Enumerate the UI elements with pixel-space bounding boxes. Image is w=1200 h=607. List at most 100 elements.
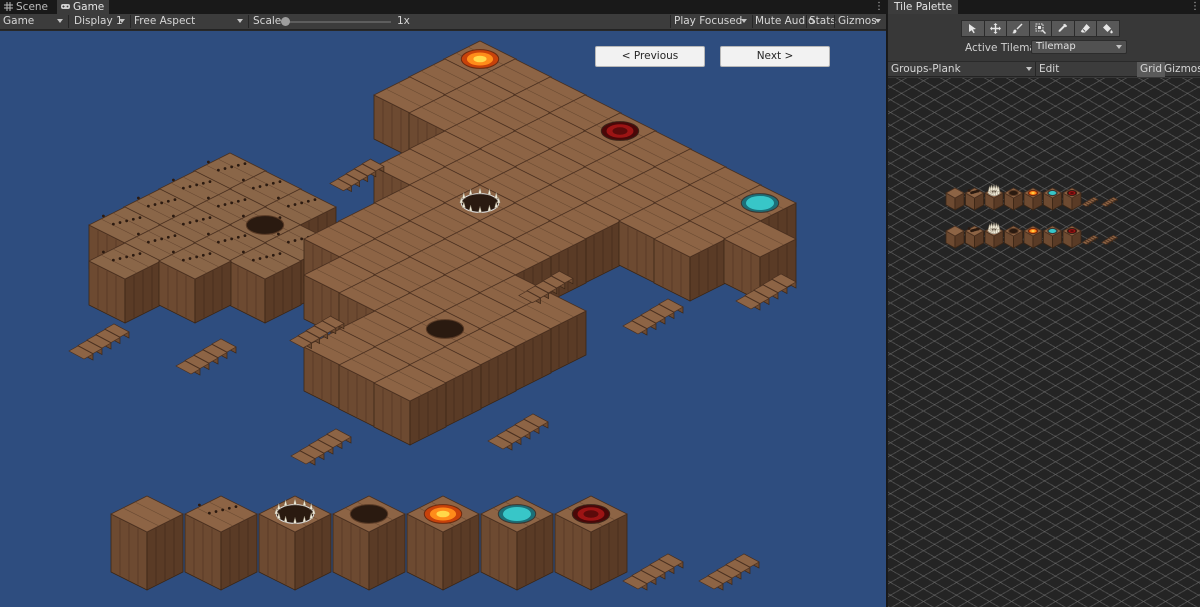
hole-icon bbox=[425, 319, 465, 339]
move-tool-button[interactable] bbox=[983, 20, 1007, 37]
palette-tile bbox=[1042, 187, 1063, 211]
divider bbox=[248, 15, 249, 28]
play-mode-dropdown[interactable]: Play Focused bbox=[671, 14, 751, 29]
game-toolbar: Game Display 1 Free Aspect Scale 1x Play… bbox=[0, 14, 886, 30]
tab-game[interactable]: Game bbox=[57, 0, 109, 14]
gizmos-value: Gizmos bbox=[838, 15, 877, 27]
gizmos-dropdown[interactable]: Gizmos bbox=[835, 14, 885, 29]
palette-tile bbox=[1062, 187, 1082, 211]
select-tool-button[interactable] bbox=[961, 20, 985, 37]
palette-tools bbox=[961, 20, 1120, 37]
palette-tile bbox=[984, 183, 1004, 211]
palette-name: Groups-Plank bbox=[891, 63, 961, 75]
chevron-down-icon bbox=[1026, 67, 1032, 71]
palette-tile bbox=[1062, 225, 1082, 249]
stairs-tile bbox=[1081, 196, 1099, 208]
stairs-tile bbox=[622, 553, 684, 591]
palette-tile bbox=[1003, 187, 1024, 211]
stairs-tile bbox=[622, 298, 684, 336]
chevron-down-icon bbox=[1116, 45, 1122, 49]
grid-icon bbox=[4, 2, 13, 11]
divider bbox=[68, 15, 69, 28]
next-button[interactable]: Next > bbox=[720, 46, 830, 67]
hole-icon bbox=[1008, 189, 1019, 197]
chevron-down-icon bbox=[57, 19, 63, 23]
tab-tile-palette[interactable]: Tile Palette bbox=[888, 0, 959, 14]
stairs-tile bbox=[175, 338, 237, 376]
grid-toggle[interactable]: Grid bbox=[1137, 62, 1166, 77]
brush-icon bbox=[1012, 23, 1023, 34]
stairs-tile bbox=[698, 553, 760, 591]
isometric-level bbox=[68, 40, 797, 591]
view-tabbar: Scene Game ⋮ bbox=[0, 0, 886, 14]
tab-scene[interactable]: Scene bbox=[0, 0, 56, 14]
palette-toolbar: Groups-Plank Edit Grid Gizmos bbox=[888, 61, 1200, 77]
stairs-tile bbox=[1100, 196, 1119, 208]
box-fill-icon bbox=[1035, 23, 1046, 34]
stairs-tile bbox=[487, 413, 549, 451]
palette-tile bbox=[964, 187, 985, 211]
paint-tool-button[interactable] bbox=[1006, 20, 1030, 37]
erase-tool-button[interactable] bbox=[1073, 20, 1097, 37]
tile-palette-panel: Tile Palette ⋮ Active Tilemap Tilemap Gr… bbox=[887, 0, 1200, 607]
fill-icon bbox=[1103, 24, 1113, 34]
chevron-down-icon bbox=[237, 19, 243, 23]
hole-icon bbox=[349, 504, 389, 524]
scale-label: Scale bbox=[253, 15, 282, 27]
stairs-tile bbox=[1081, 234, 1099, 246]
kebab-menu-icon[interactable]: ⋮ bbox=[1190, 0, 1200, 14]
unity-editor: Scene Game ⋮ Game Display 1 Free Aspect bbox=[0, 0, 1200, 607]
sample-tile-blood-pool bbox=[554, 495, 628, 591]
display-mode-dropdown[interactable]: Game bbox=[0, 14, 67, 29]
palette-tiles bbox=[945, 183, 1119, 249]
active-tilemap-dropdown[interactable]: Tilemap bbox=[1031, 40, 1127, 54]
eraser-icon bbox=[1080, 24, 1090, 33]
chevron-down-icon bbox=[741, 19, 747, 23]
sample-tile-spike-trap bbox=[258, 495, 332, 591]
game-viewport[interactable]: < Previous Next > bbox=[0, 31, 886, 607]
palette-tile-grid[interactable] bbox=[888, 78, 1200, 607]
previous-button[interactable]: < Previous bbox=[595, 46, 705, 67]
stairs-tile bbox=[290, 428, 352, 466]
sample-tile-plank-crate bbox=[110, 495, 184, 591]
display-value: Display 1 bbox=[74, 15, 123, 27]
aspect-dropdown[interactable]: Free Aspect bbox=[131, 14, 247, 29]
sample-tile-hole bbox=[332, 495, 406, 591]
tab-game-label: Game bbox=[73, 1, 105, 13]
kebab-menu-icon[interactable]: ⋮ bbox=[874, 0, 884, 14]
scale-slider-track[interactable] bbox=[285, 21, 391, 23]
chevron-down-icon bbox=[875, 19, 881, 23]
tab-scene-label: Scene bbox=[16, 1, 49, 13]
picker-icon bbox=[1058, 23, 1068, 32]
palette-tile bbox=[964, 225, 985, 249]
display-mode-value: Game bbox=[3, 15, 35, 27]
palette-tile bbox=[945, 225, 965, 249]
palette-tile bbox=[1023, 225, 1043, 249]
palette-gizmos-button[interactable]: Gizmos bbox=[1163, 62, 1200, 77]
sample-tile-rusty-crate bbox=[184, 495, 258, 591]
palette-tile bbox=[1003, 225, 1024, 249]
scale-slider-handle[interactable] bbox=[281, 17, 290, 26]
scale-value: 1x bbox=[397, 15, 410, 27]
fill-tool-button[interactable] bbox=[1096, 20, 1120, 37]
palette-dropdown[interactable]: Groups-Plank bbox=[891, 62, 1035, 77]
hole-icon bbox=[1008, 227, 1019, 235]
stairs-tile bbox=[1100, 234, 1119, 246]
palette-tile bbox=[984, 221, 1004, 249]
move-icon bbox=[989, 23, 1001, 34]
game-panel: Scene Game ⋮ Game Display 1 Free Aspect bbox=[0, 0, 886, 607]
palette-tabbar: Tile Palette ⋮ bbox=[888, 0, 1200, 14]
active-tilemap-value: Tilemap bbox=[1036, 41, 1076, 52]
sample-tile-lava-pit bbox=[406, 495, 480, 591]
picker-tool-button[interactable] bbox=[1051, 20, 1075, 37]
gamepad-icon bbox=[61, 4, 70, 9]
box-fill-tool-button[interactable] bbox=[1028, 20, 1052, 37]
chevron-down-icon bbox=[119, 19, 125, 23]
hole-icon bbox=[245, 215, 285, 235]
display-dropdown[interactable]: Display 1 bbox=[71, 14, 129, 29]
palette-tile bbox=[1042, 225, 1063, 249]
sample-tile-water-pool bbox=[480, 495, 554, 591]
play-mode-value: Play Focused bbox=[674, 15, 743, 27]
select-icon bbox=[969, 24, 977, 34]
edit-button[interactable]: Edit bbox=[1035, 62, 1059, 77]
